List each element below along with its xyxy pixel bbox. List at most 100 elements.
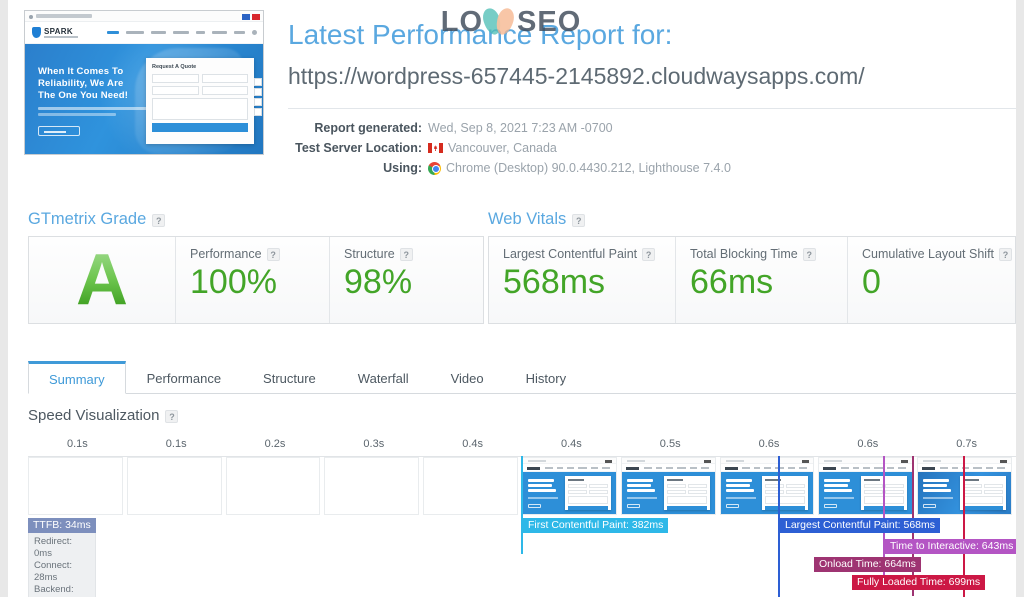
badge-time-to-interactive: Time to Interactive: 643ms bbox=[885, 539, 1016, 554]
filmstrip-frame[interactable] bbox=[818, 457, 914, 515]
metric-value: 66ms bbox=[690, 263, 774, 301]
meta-value: Chrome (Desktop) 90.0.4430.212, Lighthou… bbox=[446, 161, 731, 175]
floating-side-icons bbox=[254, 78, 262, 116]
metric-label: Cumulative Layout Shift bbox=[862, 247, 995, 261]
badge-first-contentful-paint: First Contentful Paint: 382ms bbox=[523, 518, 669, 533]
tab-summary[interactable]: Summary bbox=[28, 361, 126, 394]
marker-line-first-contentful-paint bbox=[521, 456, 523, 554]
speed-visualization-heading: Speed Visualization ? bbox=[28, 407, 179, 424]
section-title: GTmetrix Grade bbox=[28, 210, 147, 228]
grade-letter: A bbox=[76, 240, 128, 320]
help-icon[interactable]: ? bbox=[642, 247, 656, 261]
timeline-tick: 0.1s bbox=[165, 438, 187, 450]
timeline-tick: 0.5s bbox=[659, 438, 681, 450]
help-icon[interactable]: ? bbox=[165, 410, 179, 423]
metric-value: 0 bbox=[862, 263, 881, 301]
performance-metric: Performance ? 100% bbox=[175, 237, 329, 323]
tab-history[interactable]: History bbox=[504, 361, 588, 394]
timeline-tick: 0.6s bbox=[758, 438, 780, 450]
thumbnail-hero: When It Comes To Reliability, We Are The… bbox=[25, 44, 263, 154]
filmstrip-frame[interactable] bbox=[126, 457, 222, 515]
ttfb-backend: Backend: 6ms bbox=[34, 584, 74, 597]
gtmetrix-grade-heading: GTmetrix Grade ? bbox=[28, 210, 484, 229]
metric-value: 98% bbox=[344, 263, 413, 301]
help-icon[interactable]: ? bbox=[999, 247, 1013, 261]
help-icon[interactable]: ? bbox=[802, 247, 816, 261]
request-quote-form: Request A Quote bbox=[146, 58, 254, 144]
spark-logo-icon bbox=[32, 27, 41, 38]
meta-label: Test Server Location: bbox=[295, 141, 422, 155]
badge-fully-loaded-time: Fully Loaded Time: 699ms bbox=[852, 575, 986, 590]
grade-card: A Performance ? 100% Structure ? 98% bbox=[28, 236, 484, 324]
hero-line-3: The One You Need! bbox=[38, 90, 129, 101]
site-screenshot-thumbnail[interactable]: SPARK When It Comes To Reliability, We A… bbox=[24, 10, 264, 155]
tab-video[interactable]: Video bbox=[429, 361, 505, 394]
ttfb-breakdown: Redirect: 0ms Connect: 28ms Backend: 6ms bbox=[28, 533, 96, 597]
canada-flag-icon bbox=[428, 143, 443, 153]
gtmetrix-report-page: LO SEO SPARK When It Comes To Reliabilit… bbox=[8, 0, 1016, 597]
section-title: Speed Visualization bbox=[28, 407, 160, 424]
metric-value: 568ms bbox=[503, 263, 606, 301]
hero-heading: When It Comes To Reliability, We Are The… bbox=[38, 66, 128, 102]
web-vitals-card: Largest Contentful Paint ? 568ms Total B… bbox=[488, 236, 1016, 324]
total-blocking-time-metric: Total Blocking Time ? 66ms bbox=[675, 237, 847, 323]
hero-cta-button bbox=[38, 126, 80, 136]
help-icon[interactable]: ? bbox=[152, 214, 166, 227]
web-vitals-section: Web Vitals ? Largest Contentful Paint ? … bbox=[488, 210, 1016, 324]
timeline-ruler: 0.1s 0.1s 0.2s 0.3s 0.4s 0.4s 0.5s 0.6s 0.6s 0.7s bbox=[28, 436, 1016, 456]
report-metadata: Report generated: Wed, Sep 8, 2021 7:23 … bbox=[288, 118, 1000, 178]
quote-form-title: Request A Quote bbox=[152, 64, 197, 70]
filmstrip-frame[interactable] bbox=[719, 457, 815, 515]
metric-value: 100% bbox=[190, 263, 277, 301]
timeline-tick: 0.6s bbox=[857, 438, 879, 450]
web-vitals-heading: Web Vitals ? bbox=[488, 210, 1016, 229]
overall-grade: A bbox=[29, 237, 175, 323]
ttfb-connect: Connect: 28ms bbox=[34, 560, 73, 583]
quote-send-button bbox=[152, 123, 248, 132]
hero-line-2: Reliability, We Are bbox=[38, 78, 124, 89]
ttfb-badge: TTFB: 34ms bbox=[28, 518, 96, 533]
meta-row-location: Test Server Location: Vancouver, Canada bbox=[288, 138, 1000, 158]
structure-metric: Structure ? 98% bbox=[329, 237, 483, 323]
tab-waterfall[interactable]: Waterfall bbox=[336, 361, 430, 394]
filmstrip-frame[interactable] bbox=[522, 457, 617, 515]
meta-row-using: Using: Chrome (Desktop) 90.0.4430.212, L… bbox=[288, 158, 1000, 178]
timeline-tick: 0.1s bbox=[66, 438, 88, 450]
meta-value: Wed, Sep 8, 2021 7:23 AM -0700 bbox=[428, 121, 613, 135]
timeline-tick: 0.4s bbox=[560, 438, 582, 450]
badge-onload-time: Onload Time: 664ms bbox=[814, 557, 921, 572]
meta-label: Using: bbox=[383, 161, 422, 175]
meta-value: Vancouver, Canada bbox=[448, 141, 557, 155]
meta-label: Report generated: bbox=[314, 121, 422, 135]
timeline-tick: 0.2s bbox=[264, 438, 286, 450]
filmstrip-frame[interactable] bbox=[324, 457, 420, 515]
hero-line-1: When It Comes To bbox=[38, 66, 124, 77]
header-divider bbox=[288, 108, 1016, 109]
report-url[interactable]: https://wordpress-657445-2145892.cloudwa… bbox=[288, 60, 1000, 92]
section-title: Web Vitals bbox=[488, 210, 567, 228]
filmstrip-frame[interactable] bbox=[423, 457, 518, 515]
filmstrip-frame[interactable] bbox=[225, 457, 321, 515]
timeline-tick: 0.7s bbox=[956, 438, 977, 450]
site-logo-text: SPARK bbox=[44, 27, 73, 36]
report-header: SPARK When It Comes To Reliability, We A… bbox=[8, 0, 1016, 198]
tab-performance[interactable]: Performance bbox=[125, 361, 243, 394]
speed-visualization-timeline: 0.1s 0.1s 0.2s 0.3s 0.4s 0.4s 0.5s 0.6s 0.6s 0.7s… bbox=[28, 436, 1016, 597]
thumbnail-site-nav: SPARK bbox=[25, 22, 263, 44]
badge-largest-contentful-paint: Largest Contentful Paint: 568ms bbox=[780, 518, 941, 533]
report-tabs: Summary Performance Structure Waterfall … bbox=[28, 361, 1016, 394]
filmstrip-frame[interactable] bbox=[620, 457, 716, 515]
gtmetrix-grade-section: GTmetrix Grade ? A Performance ? 100% St… bbox=[28, 210, 484, 324]
meta-row-generated: Report generated: Wed, Sep 8, 2021 7:23 … bbox=[288, 118, 1000, 138]
help-icon[interactable]: ? bbox=[572, 214, 586, 227]
largest-contentful-paint-metric: Largest Contentful Paint ? 568ms bbox=[489, 237, 675, 323]
ttfb-redirect: Redirect: 0ms bbox=[34, 536, 73, 559]
page-title: Latest Performance Report for: bbox=[288, 19, 673, 50]
timeline-tick: 0.3s bbox=[363, 438, 385, 450]
thumbnail-browser-bar bbox=[25, 11, 263, 22]
tab-structure[interactable]: Structure bbox=[242, 361, 337, 394]
filmstrip-frame[interactable] bbox=[28, 457, 123, 515]
timeline-tick: 0.4s bbox=[462, 438, 483, 450]
chrome-icon bbox=[428, 161, 441, 175]
cumulative-layout-shift-metric: Cumulative Layout Shift ? 0 bbox=[847, 237, 1016, 323]
